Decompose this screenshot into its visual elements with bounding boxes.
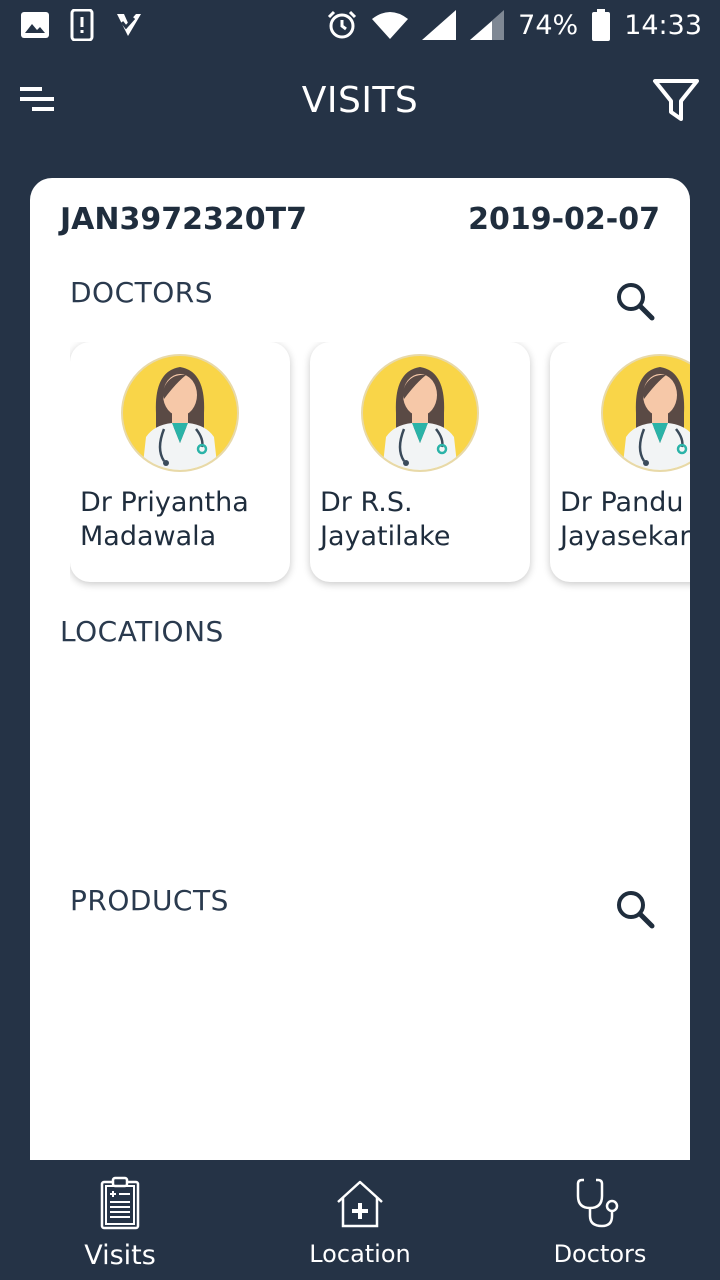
phone-alert-icon	[70, 9, 94, 41]
app-bar: VISITS	[0, 50, 720, 150]
visit-date: 2019-02-07	[468, 202, 660, 237]
search-icon[interactable]	[614, 888, 658, 932]
doctor-avatar-icon	[121, 354, 239, 472]
battery-percent: 74%	[518, 9, 579, 41]
doctor-card[interactable]: Dr R.S. Jayatilake	[310, 342, 530, 582]
nav-location[interactable]: Location	[240, 1160, 480, 1280]
locations-section-title: LOCATIONS	[60, 615, 224, 648]
check-task-icon	[117, 14, 141, 36]
status-left-icons	[20, 9, 142, 41]
doctor-list: Dr Priyantha Madawala Dr R.S. Jayatilake…	[70, 342, 690, 592]
doctor-card[interactable]: Dr Pandu Jayasekara	[550, 342, 690, 582]
filter-icon[interactable]	[652, 76, 700, 124]
image-icon	[21, 12, 49, 38]
doctor-avatar-icon	[361, 354, 479, 472]
visit-header: JAN3972320T7 2019-02-07	[60, 202, 660, 237]
signal-icon	[422, 10, 457, 40]
products-section-title: PRODUCTS	[70, 884, 229, 917]
nav-visits[interactable]: Visits	[0, 1160, 240, 1280]
battery-icon	[592, 9, 611, 41]
doctor-avatar-icon	[601, 354, 690, 472]
nav-doctors-label: Doctors	[553, 1240, 647, 1268]
hospital-icon	[337, 1180, 383, 1228]
status-bar: 74% 14:33	[0, 0, 720, 50]
clock: 14:33	[624, 9, 702, 41]
signal-icon	[470, 10, 505, 40]
search-icon[interactable]	[614, 280, 658, 324]
stethoscope-icon	[576, 1178, 619, 1228]
wifi-icon	[372, 12, 409, 39]
menu-icon[interactable]	[18, 80, 58, 120]
page-title: VISITS	[301, 79, 419, 121]
alarm-icon	[328, 10, 357, 39]
doctor-name: Dr Priyantha Madawala	[80, 487, 249, 552]
doctors-section-title: DOCTORS	[70, 276, 214, 309]
doctor-card[interactable]: Dr Priyantha Madawala	[70, 342, 290, 582]
bottom-nav: Visits Location Doctors	[0, 1160, 720, 1280]
status-right-icons: 74% 14:33	[326, 9, 702, 41]
nav-doctors[interactable]: Doctors	[480, 1160, 720, 1280]
doctor-name: Dr Pandu Jayasekara	[560, 487, 690, 552]
nav-location-label: Location	[309, 1240, 411, 1268]
nav-visits-label: Visits	[84, 1240, 156, 1271]
doctor-name: Dr R.S. Jayatilake	[320, 487, 451, 552]
clipboard-icon	[100, 1176, 140, 1230]
visit-code: JAN3972320T7	[60, 202, 307, 237]
visit-card: JAN3972320T7 2019-02-07 DOCTORS Dr Priya…	[30, 178, 690, 1160]
